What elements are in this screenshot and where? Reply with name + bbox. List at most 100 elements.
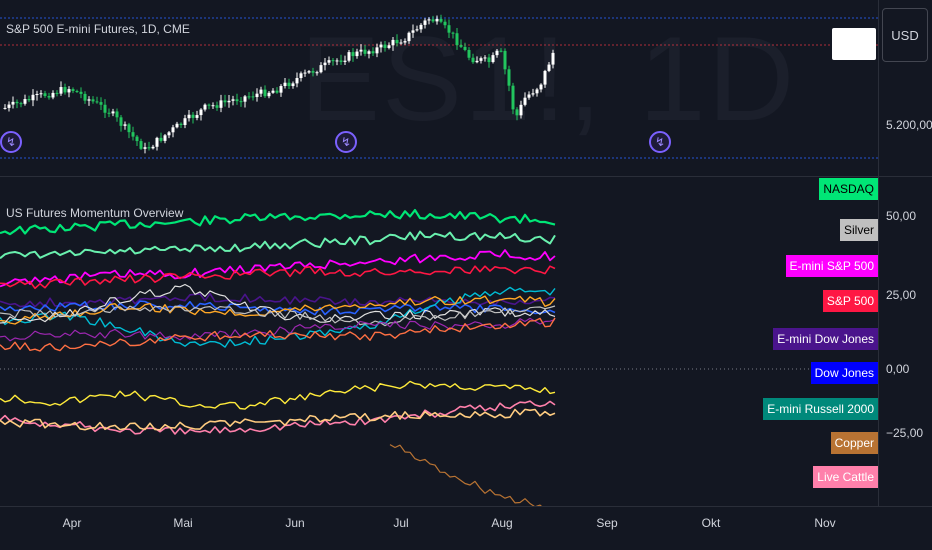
price-pane[interactable]: ES1!, 1D S&P 500 E-mini Futures, 1D, CME… <box>0 0 878 176</box>
legend-sp500: S&P 500 <box>822 290 878 312</box>
candle-body <box>127 124 131 133</box>
candle-body <box>519 104 523 116</box>
candle-body <box>199 109 203 116</box>
candle-body <box>339 60 343 62</box>
candle-body <box>459 45 463 47</box>
candle-body <box>363 49 367 54</box>
candle-body <box>287 82 291 87</box>
axis-label-neg25: −25,00 <box>886 426 924 440</box>
candle-body <box>131 132 135 137</box>
event-marker-3[interactable]: ↯ <box>649 131 671 153</box>
candle-body <box>251 96 255 98</box>
candle-body <box>203 104 207 110</box>
momentum-line <box>0 286 556 348</box>
axis-label-0: 0,00 <box>886 362 910 376</box>
candle-body <box>7 104 11 108</box>
momentum-line <box>389 444 542 506</box>
candle-body <box>123 124 127 126</box>
candle-body <box>67 89 71 93</box>
candle-body <box>83 93 87 101</box>
candle-body <box>179 123 183 125</box>
indicator-chart-svg[interactable] <box>0 176 878 506</box>
candle-body <box>371 51 375 54</box>
candle-body <box>219 100 223 108</box>
event-marker-2[interactable]: ↯ <box>335 131 357 153</box>
candle-body <box>103 104 107 113</box>
time-label-sep: Sep <box>596 516 618 530</box>
candle-body <box>547 64 551 71</box>
event-marker-1[interactable]: ↯ <box>0 131 22 153</box>
candle-body <box>43 93 47 97</box>
candle-body <box>319 65 323 73</box>
candle-body <box>19 103 23 105</box>
candle-body <box>279 86 283 93</box>
candle-body <box>383 44 387 48</box>
candle-body <box>3 107 7 109</box>
candle-body <box>23 99 27 104</box>
candle-body <box>71 89 75 92</box>
candle-body <box>511 85 515 110</box>
candle-body <box>355 51 359 57</box>
legend-copper: Copper <box>830 432 878 454</box>
candle-body <box>479 58 483 61</box>
candle-body <box>463 46 467 50</box>
candle-body <box>323 62 327 66</box>
time-label-jun: Jun <box>285 516 305 530</box>
candle-body <box>303 72 307 74</box>
candle-body <box>15 101 19 104</box>
candle-body <box>367 51 371 54</box>
candle-body <box>227 100 231 103</box>
candle-body <box>247 96 251 98</box>
candle-body <box>507 69 511 86</box>
candle-body <box>335 60 339 62</box>
candle-body <box>379 44 383 48</box>
candle-body <box>419 24 423 30</box>
candle-body <box>267 92 271 97</box>
candle-body <box>139 141 143 149</box>
candle-body <box>447 25 451 33</box>
candle-body <box>111 111 115 114</box>
candle-body <box>467 49 471 58</box>
time-label-okt: Okt <box>701 516 721 530</box>
candle-body <box>87 99 91 101</box>
candle-body <box>451 32 455 34</box>
candle-body <box>407 32 411 42</box>
currency-button[interactable]: USD <box>882 8 928 62</box>
candle-body <box>215 105 219 108</box>
legend-silver: Silver <box>839 219 878 241</box>
candle-body <box>171 127 175 133</box>
candle-body <box>115 111 119 118</box>
candle-body <box>271 90 275 93</box>
candle-body <box>515 109 519 116</box>
candle-body <box>11 101 15 105</box>
candle-body <box>331 60 335 62</box>
candle-body <box>315 72 319 74</box>
candle-body <box>387 45 391 48</box>
time-label-nov: Nov <box>814 516 836 530</box>
price-axis-border <box>878 0 879 506</box>
candle-body <box>167 132 171 136</box>
legend-emini-dow: E-mini Dow Jones <box>773 328 878 350</box>
indicator-title: US Futures Momentum Overview <box>6 206 184 220</box>
price-axis-label: 5.200,00 <box>886 118 932 132</box>
candle-body <box>95 101 99 103</box>
candle-body <box>211 105 215 107</box>
candle-body <box>503 50 507 70</box>
momentum-line <box>0 230 556 260</box>
legend-dow-jones: Dow Jones <box>810 362 878 384</box>
candle-body <box>311 71 315 73</box>
candle-body <box>143 147 147 149</box>
indicator-pane[interactable]: US Futures Momentum Overview <box>0 176 878 506</box>
time-label-apr: Apr <box>62 516 82 530</box>
axis-label-25: 25,00 <box>886 288 917 302</box>
candle-body <box>119 117 123 126</box>
candle-body <box>223 100 227 103</box>
candle-body <box>391 39 395 46</box>
candle-body <box>399 42 403 44</box>
candle-body <box>195 115 199 118</box>
candle-body <box>491 55 495 63</box>
candle-body <box>47 96 51 98</box>
candle-body <box>535 89 539 94</box>
time-axis-border <box>0 506 932 507</box>
candle-body <box>307 71 311 73</box>
